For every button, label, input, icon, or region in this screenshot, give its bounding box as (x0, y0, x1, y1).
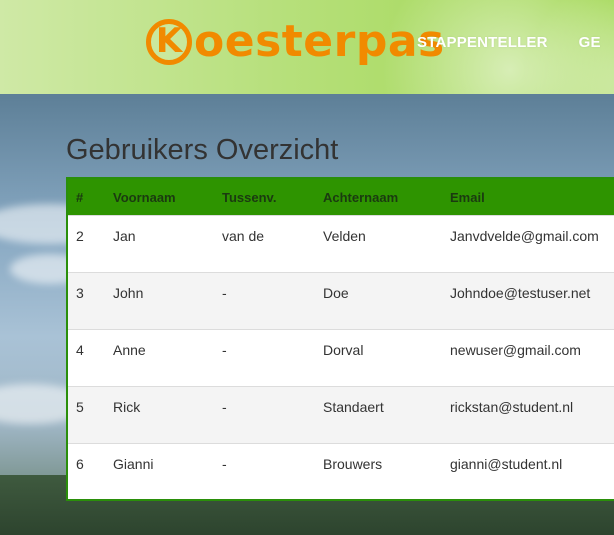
cell-middle: - (222, 399, 227, 415)
table-row: 6 Gianni - Brouwers gianni@student.nl (68, 443, 614, 499)
cell-email: rickstan@student.nl (450, 399, 574, 415)
cell-first-name: Jan (113, 228, 136, 244)
cell-id: 2 (76, 228, 84, 244)
cell-last-name: Dorval (323, 342, 364, 358)
table-row: 3 John - Doe Johndoe@testuser.net (68, 272, 614, 330)
column-header-first-name: Voornaam (113, 189, 176, 205)
site-logo[interactable]: K oesterpas (146, 12, 445, 72)
cell-email: newuser@gmail.com (450, 342, 581, 358)
cell-id: 6 (76, 456, 84, 472)
column-header-id: # (76, 189, 84, 205)
column-header-middle: Tussenv. (222, 189, 277, 205)
cell-id: 3 (76, 285, 84, 301)
cell-first-name: Anne (113, 342, 146, 358)
cell-middle: - (222, 342, 227, 358)
site-header: K oesterpas STAPPENTELLER GE (0, 0, 614, 94)
cell-first-name: Gianni (113, 456, 154, 472)
cell-id: 4 (76, 342, 84, 358)
cell-last-name: Brouwers (323, 456, 383, 472)
table-header-row: # Voornaam Tussenv. Achternaam Email (68, 179, 614, 216)
cell-middle: van de (222, 228, 265, 244)
cell-middle: - (222, 456, 227, 472)
cell-id: 5 (76, 399, 84, 415)
cell-last-name: Doe (323, 285, 349, 301)
cell-email: gianni@student.nl (450, 456, 563, 472)
table-row: 2 Jan van de Velden Janvdvelde@gmail.com (68, 215, 614, 273)
users-table: # Voornaam Tussenv. Achternaam Email 2 J… (68, 179, 614, 499)
column-header-email: Email (450, 189, 485, 205)
table-row: 4 Anne - Dorval newuser@gmail.com (68, 329, 614, 387)
table-row: 5 Rick - Standaert rickstan@student.nl (68, 386, 614, 444)
cell-first-name: Rick (113, 399, 141, 415)
cell-email: Janvdvelde@gmail.com (450, 228, 599, 244)
logo-text: oesterpas (194, 16, 445, 67)
cell-last-name: Standaert (323, 399, 384, 415)
nav-item-stappenteller[interactable]: STAPPENTELLER (417, 34, 548, 51)
logo-ring-icon: K (146, 19, 192, 65)
cell-middle: - (222, 285, 227, 301)
column-header-last-name: Achternaam (323, 189, 399, 205)
logo-letter: K (155, 21, 183, 61)
page-title: Gebruikers Overzicht (66, 134, 339, 166)
cell-email: Johndoe@testuser.net (450, 285, 591, 301)
cell-first-name: John (113, 285, 144, 301)
cell-last-name: Velden (323, 228, 366, 244)
users-table-container: # Voornaam Tussenv. Achternaam Email 2 J… (66, 177, 614, 501)
main-nav: STAPPENTELLER GE (417, 34, 601, 51)
nav-item-ge[interactable]: GE (579, 34, 601, 51)
